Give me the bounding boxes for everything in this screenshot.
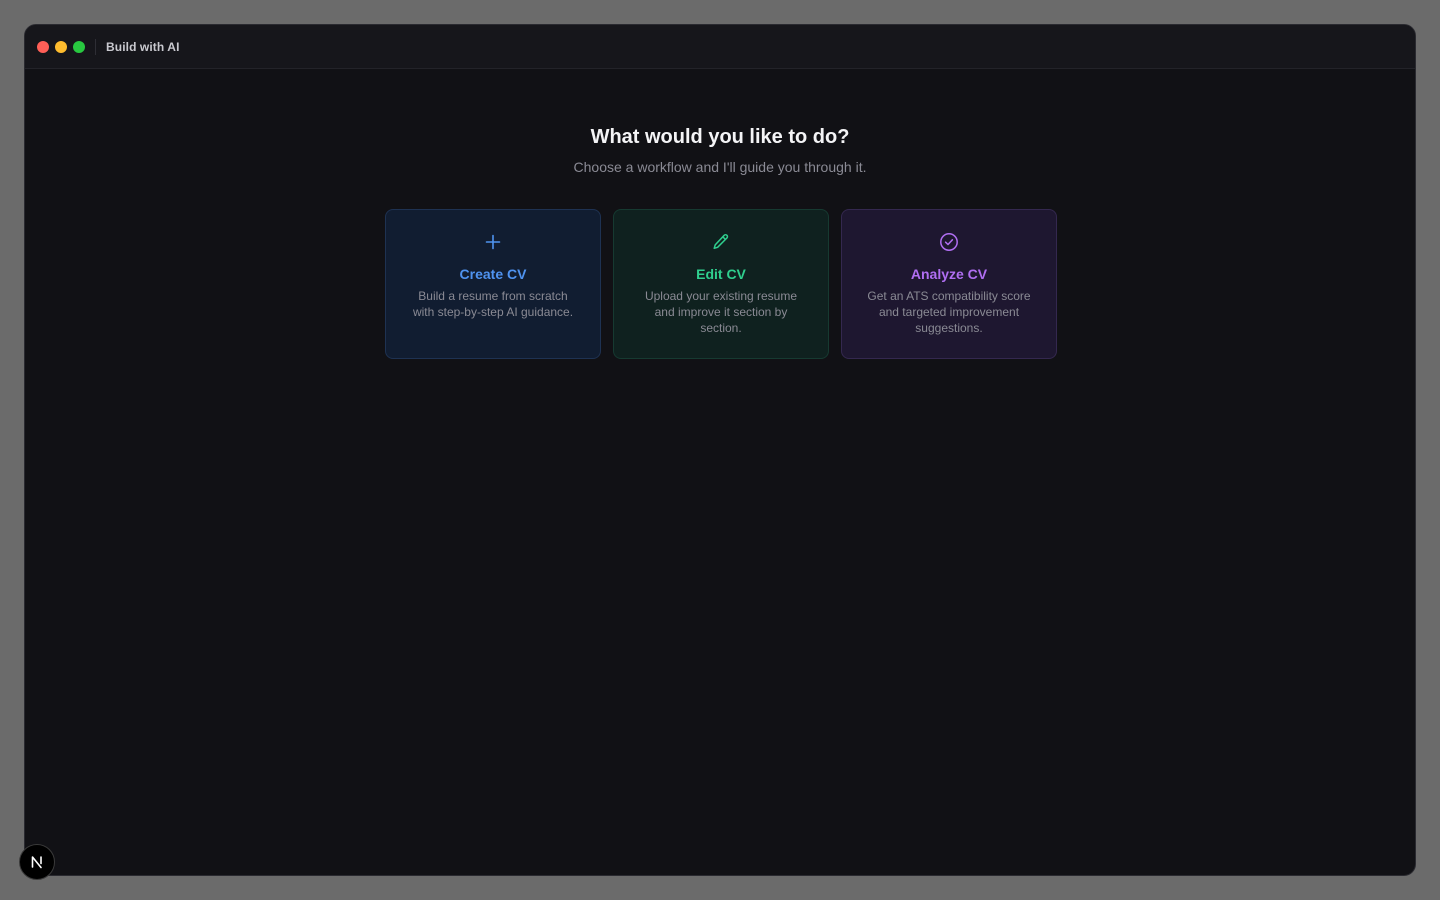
window-controls xyxy=(37,40,85,53)
edit-cv-title: Edit CV xyxy=(696,266,746,282)
create-cv-card[interactable]: Create CV Build a resume from scratch wi… xyxy=(385,209,601,359)
workflow-cards: Create CV Build a resume from scratch wi… xyxy=(385,209,1057,359)
window-title: Build with AI xyxy=(106,39,180,54)
plus-icon xyxy=(485,234,501,250)
analyze-cv-description: Get an ATS compatibility score and targe… xyxy=(867,289,1031,335)
create-cv-title: Create CV xyxy=(459,266,527,282)
edit-cv-description: Upload your existing resume and improve … xyxy=(644,289,798,335)
minimize-window-button[interactable] xyxy=(55,40,67,53)
edit-cv-card[interactable]: Edit CV Upload your existing resume and … xyxy=(613,209,829,359)
create-cv-description: Build a resume from scratch with step-by… xyxy=(412,289,574,319)
title-bar: Build with AI xyxy=(25,25,1415,69)
pencil-icon xyxy=(713,234,729,250)
app-window: Build with AI What would you like to do?… xyxy=(24,24,1416,876)
main-content: What would you like to do? Choose a work… xyxy=(25,69,1415,875)
analyze-cv-title: Analyze CV xyxy=(910,266,988,282)
analyze-cv-card[interactable]: Analyze CV Get an ATS compatibility scor… xyxy=(841,209,1057,359)
title-divider xyxy=(95,38,96,55)
nextjs-dev-tools-button[interactable] xyxy=(19,844,55,880)
maximize-window-button[interactable] xyxy=(73,40,85,53)
close-window-button[interactable] xyxy=(37,40,49,53)
nextjs-logo-icon xyxy=(31,856,42,869)
check-circle-icon xyxy=(940,233,958,251)
page-heading: What would you like to do? xyxy=(590,126,850,148)
page-subheading: Choose a workflow and I'll guide you thr… xyxy=(573,159,867,175)
